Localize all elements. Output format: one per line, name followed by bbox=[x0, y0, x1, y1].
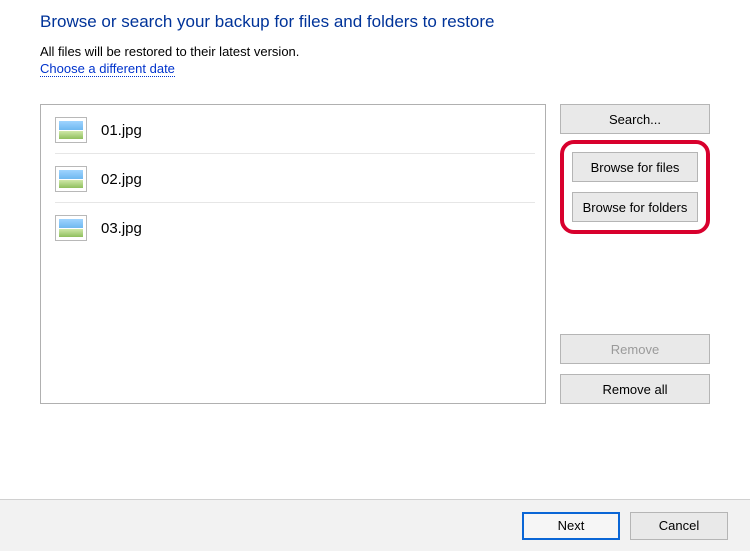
file-name: 03.jpg bbox=[101, 220, 142, 237]
next-button[interactable]: Next bbox=[522, 512, 620, 540]
file-name: 01.jpg bbox=[101, 122, 142, 139]
remove-all-button[interactable]: Remove all bbox=[560, 374, 710, 404]
page-title: Browse or search your backup for files a… bbox=[40, 12, 710, 32]
side-buttons: Search... Browse for files Browse for fo… bbox=[560, 104, 710, 404]
image-file-icon bbox=[55, 117, 87, 143]
footer-bar: Next Cancel bbox=[0, 499, 750, 551]
file-list[interactable]: 01.jpg 02.jpg 03.jpg bbox=[40, 104, 546, 404]
list-item[interactable]: 03.jpg bbox=[55, 209, 535, 251]
subtext-version: All files will be restored to their late… bbox=[40, 44, 710, 59]
image-file-icon bbox=[55, 166, 87, 192]
annotation-highlight: Browse for files Browse for folders bbox=[560, 140, 710, 234]
list-item[interactable]: 01.jpg bbox=[55, 111, 535, 154]
list-item[interactable]: 02.jpg bbox=[55, 160, 535, 203]
search-button[interactable]: Search... bbox=[560, 104, 710, 134]
file-name: 02.jpg bbox=[101, 171, 142, 188]
remove-button: Remove bbox=[560, 334, 710, 364]
choose-date-link[interactable]: Choose a different date bbox=[40, 61, 175, 77]
image-file-icon bbox=[55, 215, 87, 241]
browse-files-button[interactable]: Browse for files bbox=[572, 152, 698, 182]
browse-folders-button[interactable]: Browse for folders bbox=[572, 192, 698, 222]
cancel-button[interactable]: Cancel bbox=[630, 512, 728, 540]
